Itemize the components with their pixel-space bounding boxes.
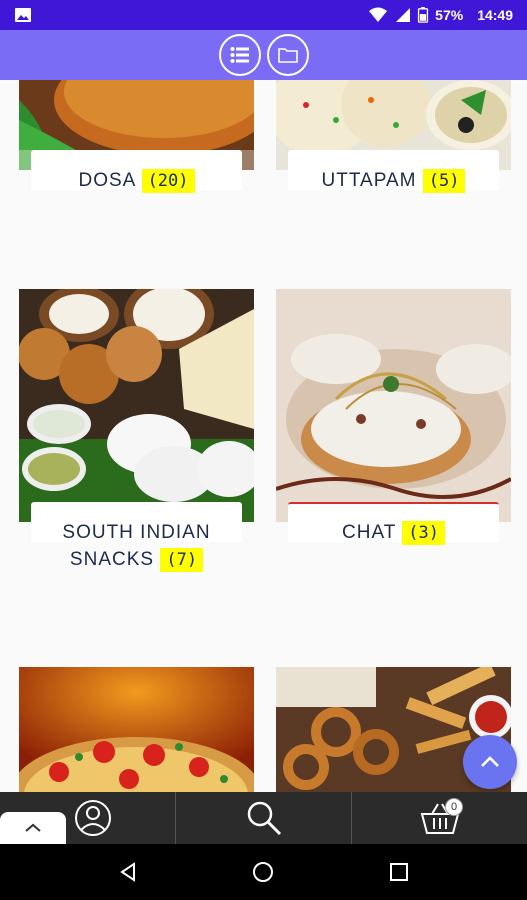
chat-image [276, 289, 511, 522]
scroll-up-fab[interactable] [463, 735, 517, 789]
category-card-dosa[interactable]: DOSA (20) [19, 80, 254, 280]
back-icon[interactable] [117, 861, 139, 883]
image-notification-icon [15, 8, 31, 22]
wifi-icon [369, 7, 388, 22]
top-toolbar [0, 30, 527, 80]
category-count: (20) [141, 169, 195, 193]
category-title: DOSA (20) [19, 167, 254, 195]
category-grid: DOSA (20) UTTAPAM (5) SOUTH INDIAN SNACK… [0, 80, 527, 792]
battery-icon [418, 7, 429, 23]
category-title: CHAT (3) [276, 519, 511, 547]
chevron-up-icon [481, 756, 499, 767]
category-count: (3) [402, 521, 445, 545]
category-card-chat[interactable]: CHAT (3) [276, 289, 511, 619]
clock: 14:49 [477, 7, 513, 23]
expand-panel-tab[interactable] [0, 812, 66, 844]
chevron-up-icon [25, 823, 41, 832]
user-account-icon [74, 800, 111, 836]
category-count: (5) [422, 169, 466, 193]
signal-icon [396, 8, 411, 22]
home-icon[interactable] [252, 861, 274, 883]
list-icon [230, 47, 249, 63]
folder-view-button[interactable] [266, 34, 309, 76]
system-navigation-bar [0, 844, 527, 900]
search-icon [247, 801, 281, 836]
category-title: SOUTH INDIAN SNACKS (7) [62, 522, 211, 572]
cart-tab[interactable] [352, 792, 527, 844]
search-tab[interactable] [176, 792, 352, 844]
list-view-button[interactable] [218, 34, 261, 76]
pizza-image [19, 667, 254, 792]
cart-count-badge: 0 [445, 798, 463, 816]
south-indian-snacks-image [19, 289, 254, 522]
category-card-uttapam[interactable]: UTTAPAM (5) [276, 80, 511, 280]
category-title: UTTAPAM (5) [276, 167, 511, 195]
recents-icon[interactable] [388, 861, 410, 883]
category-count: (7) [160, 548, 204, 572]
category-card-pizza[interactable] [19, 667, 254, 792]
folder-icon [277, 48, 298, 63]
battery-percent: 57% [435, 7, 464, 23]
category-card-south-indian-snacks[interactable]: SOUTH INDIAN SNACKS (7) [19, 289, 254, 619]
status-bar: 57% 14:49 [0, 0, 527, 30]
